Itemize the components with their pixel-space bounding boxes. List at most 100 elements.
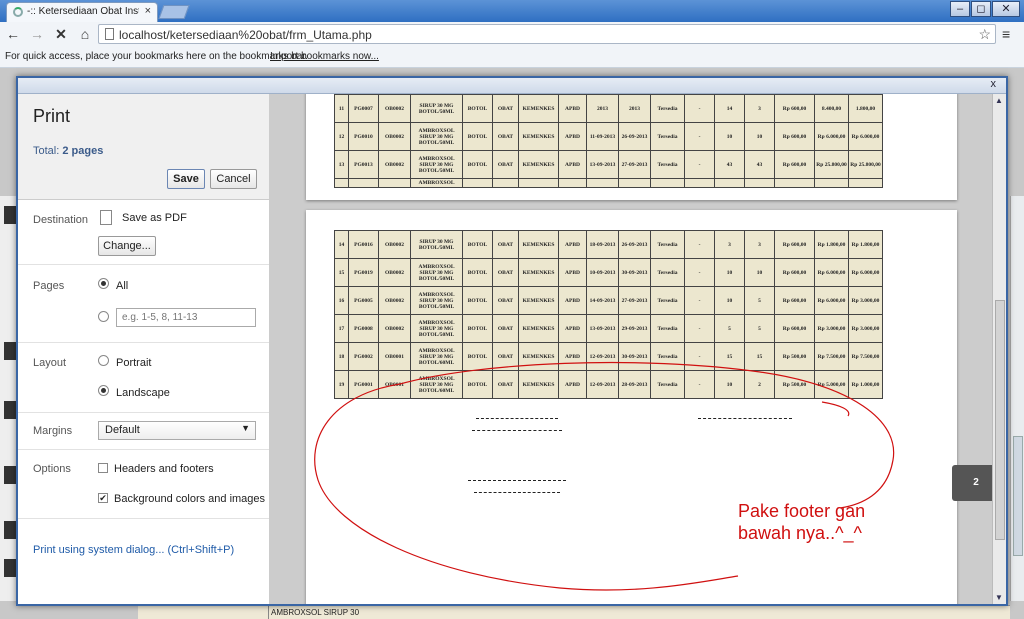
background-mark (4, 466, 16, 484)
table-cell: PG0010 (348, 122, 379, 151)
table-cell: Rp 25.800,00 (848, 150, 883, 179)
preview-scrollbar[interactable]: ▲ ▼ (992, 94, 1006, 604)
tab-close-icon[interactable]: × (145, 5, 151, 17)
table-cell: OBAT (492, 94, 519, 123)
pages-all-radio[interactable] (98, 278, 109, 289)
table-cell: 11 (334, 94, 349, 123)
print-settings-sidebar: Print Total: 2 pages Save Cancel Destina… (18, 94, 270, 604)
table-cell: KEMENKES (518, 122, 559, 151)
forward-icon[interactable]: → (28, 25, 46, 43)
dialog-titlebar: x (18, 78, 1006, 94)
table-cell: Rp 1.000,00 (848, 370, 883, 399)
table-cell: BOTOL (462, 122, 493, 151)
table-cell: 3 (744, 230, 775, 259)
url-text[interactable]: localhost/ketersediaan%20obat/frm_Utama.… (119, 28, 372, 42)
table-cell: APBD (558, 286, 587, 315)
headers-footers-label: Headers and footers (114, 463, 214, 475)
table-cell: Tersedia (650, 370, 685, 399)
table-cell: OBAT (492, 230, 519, 259)
dialog-close-button[interactable]: x (991, 78, 997, 90)
table-cell: OBAT (492, 314, 519, 343)
table-cell: 27-09-2013 (618, 286, 651, 315)
table-cell: 12-09-2013 (586, 342, 619, 371)
table-cell: PG0019 (348, 258, 379, 287)
table-cell: 29-09-2013 (618, 314, 651, 343)
table-cell: Rp 5.000,00 (814, 370, 849, 399)
table-row: 19 PG0001 OB0001 AMBROXSOL SIRUP 30 MG BOTO… (334, 370, 883, 399)
signature-line (468, 480, 566, 481)
table-cell: AMBROXSOL SIRUP 30 MG BOTOL/60ML (410, 342, 463, 371)
table-cell (650, 178, 685, 188)
table-cell: 1.800,00 (848, 94, 883, 123)
cancel-button[interactable]: Cancel (210, 169, 257, 189)
pages-range-input[interactable] (116, 308, 256, 327)
address-bar[interactable]: localhost/ketersediaan%20obat/frm_Utama.… (98, 24, 996, 44)
menu-icon[interactable]: ≡ (1002, 26, 1010, 42)
close-window-button[interactable]: ✕ (992, 1, 1020, 17)
table-cell (462, 178, 493, 188)
margins-select[interactable]: Default ▼ (98, 421, 256, 440)
table-cell: Tersedia (650, 314, 685, 343)
table-cell: KEMENKES (518, 342, 559, 371)
import-bookmarks-link[interactable]: Import bookmarks now... (270, 51, 379, 62)
table-cell: AMBROXSOL (410, 178, 463, 188)
table-cell: OB0002 (378, 150, 411, 179)
home-icon[interactable]: ⌂ (76, 25, 94, 43)
table-cell: Rp 500,00 (774, 370, 815, 399)
scroll-up-icon[interactable]: ▲ (995, 96, 1003, 105)
table-cell: 43 (714, 150, 745, 179)
table-cell: 14-09-2013 (586, 286, 619, 315)
table-cell: BOTOL (462, 94, 493, 123)
table-cell: APBD (558, 122, 587, 151)
browser-tab[interactable]: -:: Ketersediaan Obat Instal × (6, 2, 158, 22)
pages-label: Pages (33, 280, 65, 292)
table-cell (618, 178, 651, 188)
table-cell: KEMENKES (518, 314, 559, 343)
minimize-button[interactable]: – (950, 1, 970, 17)
portrait-radio[interactable] (98, 355, 109, 366)
table-cell: 2 (744, 370, 775, 399)
table-cell: AMBROXSOL SIRUP 30 MG BOTOL/50ML (410, 314, 463, 343)
background-graphics-label: Background colors and images (114, 493, 266, 505)
table-cell: 5 (744, 314, 775, 343)
background-mark (4, 401, 16, 419)
table-cell (714, 178, 745, 188)
background-scroll-thumb[interactable] (1013, 436, 1023, 556)
scroll-down-icon[interactable]: ▼ (995, 593, 1003, 602)
table-cell (378, 178, 411, 188)
table-row: 12 PG0010 OB0002 AMBROXSOL SIRUP 30 MG BOTO… (334, 122, 883, 151)
system-dialog-link[interactable]: Print using system dialog... (Ctrl+Shift… (33, 544, 234, 556)
bookmark-star-icon[interactable]: ☆ (978, 26, 991, 43)
back-icon[interactable]: ← (4, 25, 22, 43)
table-cell: KEMENKES (518, 150, 559, 179)
table-row: AMBROXSOL (334, 178, 883, 188)
table-cell: Tersedia (650, 258, 685, 287)
table-cell (492, 178, 519, 188)
layout-label: Layout (33, 357, 67, 369)
table-cell: 43 (744, 150, 775, 179)
landscape-radio[interactable] (98, 385, 109, 396)
pages-range-radio[interactable] (98, 311, 109, 322)
table-cell: 10 (714, 370, 745, 399)
table-cell: - (684, 286, 715, 315)
table-cell: Rp 6.000,00 (814, 286, 849, 315)
maximize-button[interactable]: ◻ (971, 1, 991, 17)
headers-footers-checkbox[interactable] (98, 463, 108, 473)
destination-label: Destination (33, 214, 89, 226)
table-cell: AMBROXSOL SIRUP 30 MG BOTOL/60ML (410, 370, 463, 399)
background-graphics-checkbox[interactable]: ✔ (98, 493, 108, 503)
change-destination-button[interactable]: Change... (98, 236, 156, 256)
background-scrollbar[interactable] (1010, 196, 1024, 601)
browser-toolbar: ← → ✕ ⌂ localhost/ketersediaan%20obat/fr… (0, 22, 1024, 46)
table-cell: PG0008 (348, 314, 379, 343)
preview-scroll-thumb[interactable] (995, 300, 1005, 540)
table-cell: BOTOL (462, 286, 493, 315)
divider (18, 412, 269, 413)
save-button[interactable]: Save (167, 169, 205, 189)
stop-icon[interactable]: ✕ (52, 25, 70, 43)
background-mark (4, 206, 16, 224)
table-cell: - (684, 122, 715, 151)
new-tab-button[interactable] (158, 5, 190, 19)
table-cell (586, 178, 619, 188)
table-cell: 10 (714, 122, 745, 151)
